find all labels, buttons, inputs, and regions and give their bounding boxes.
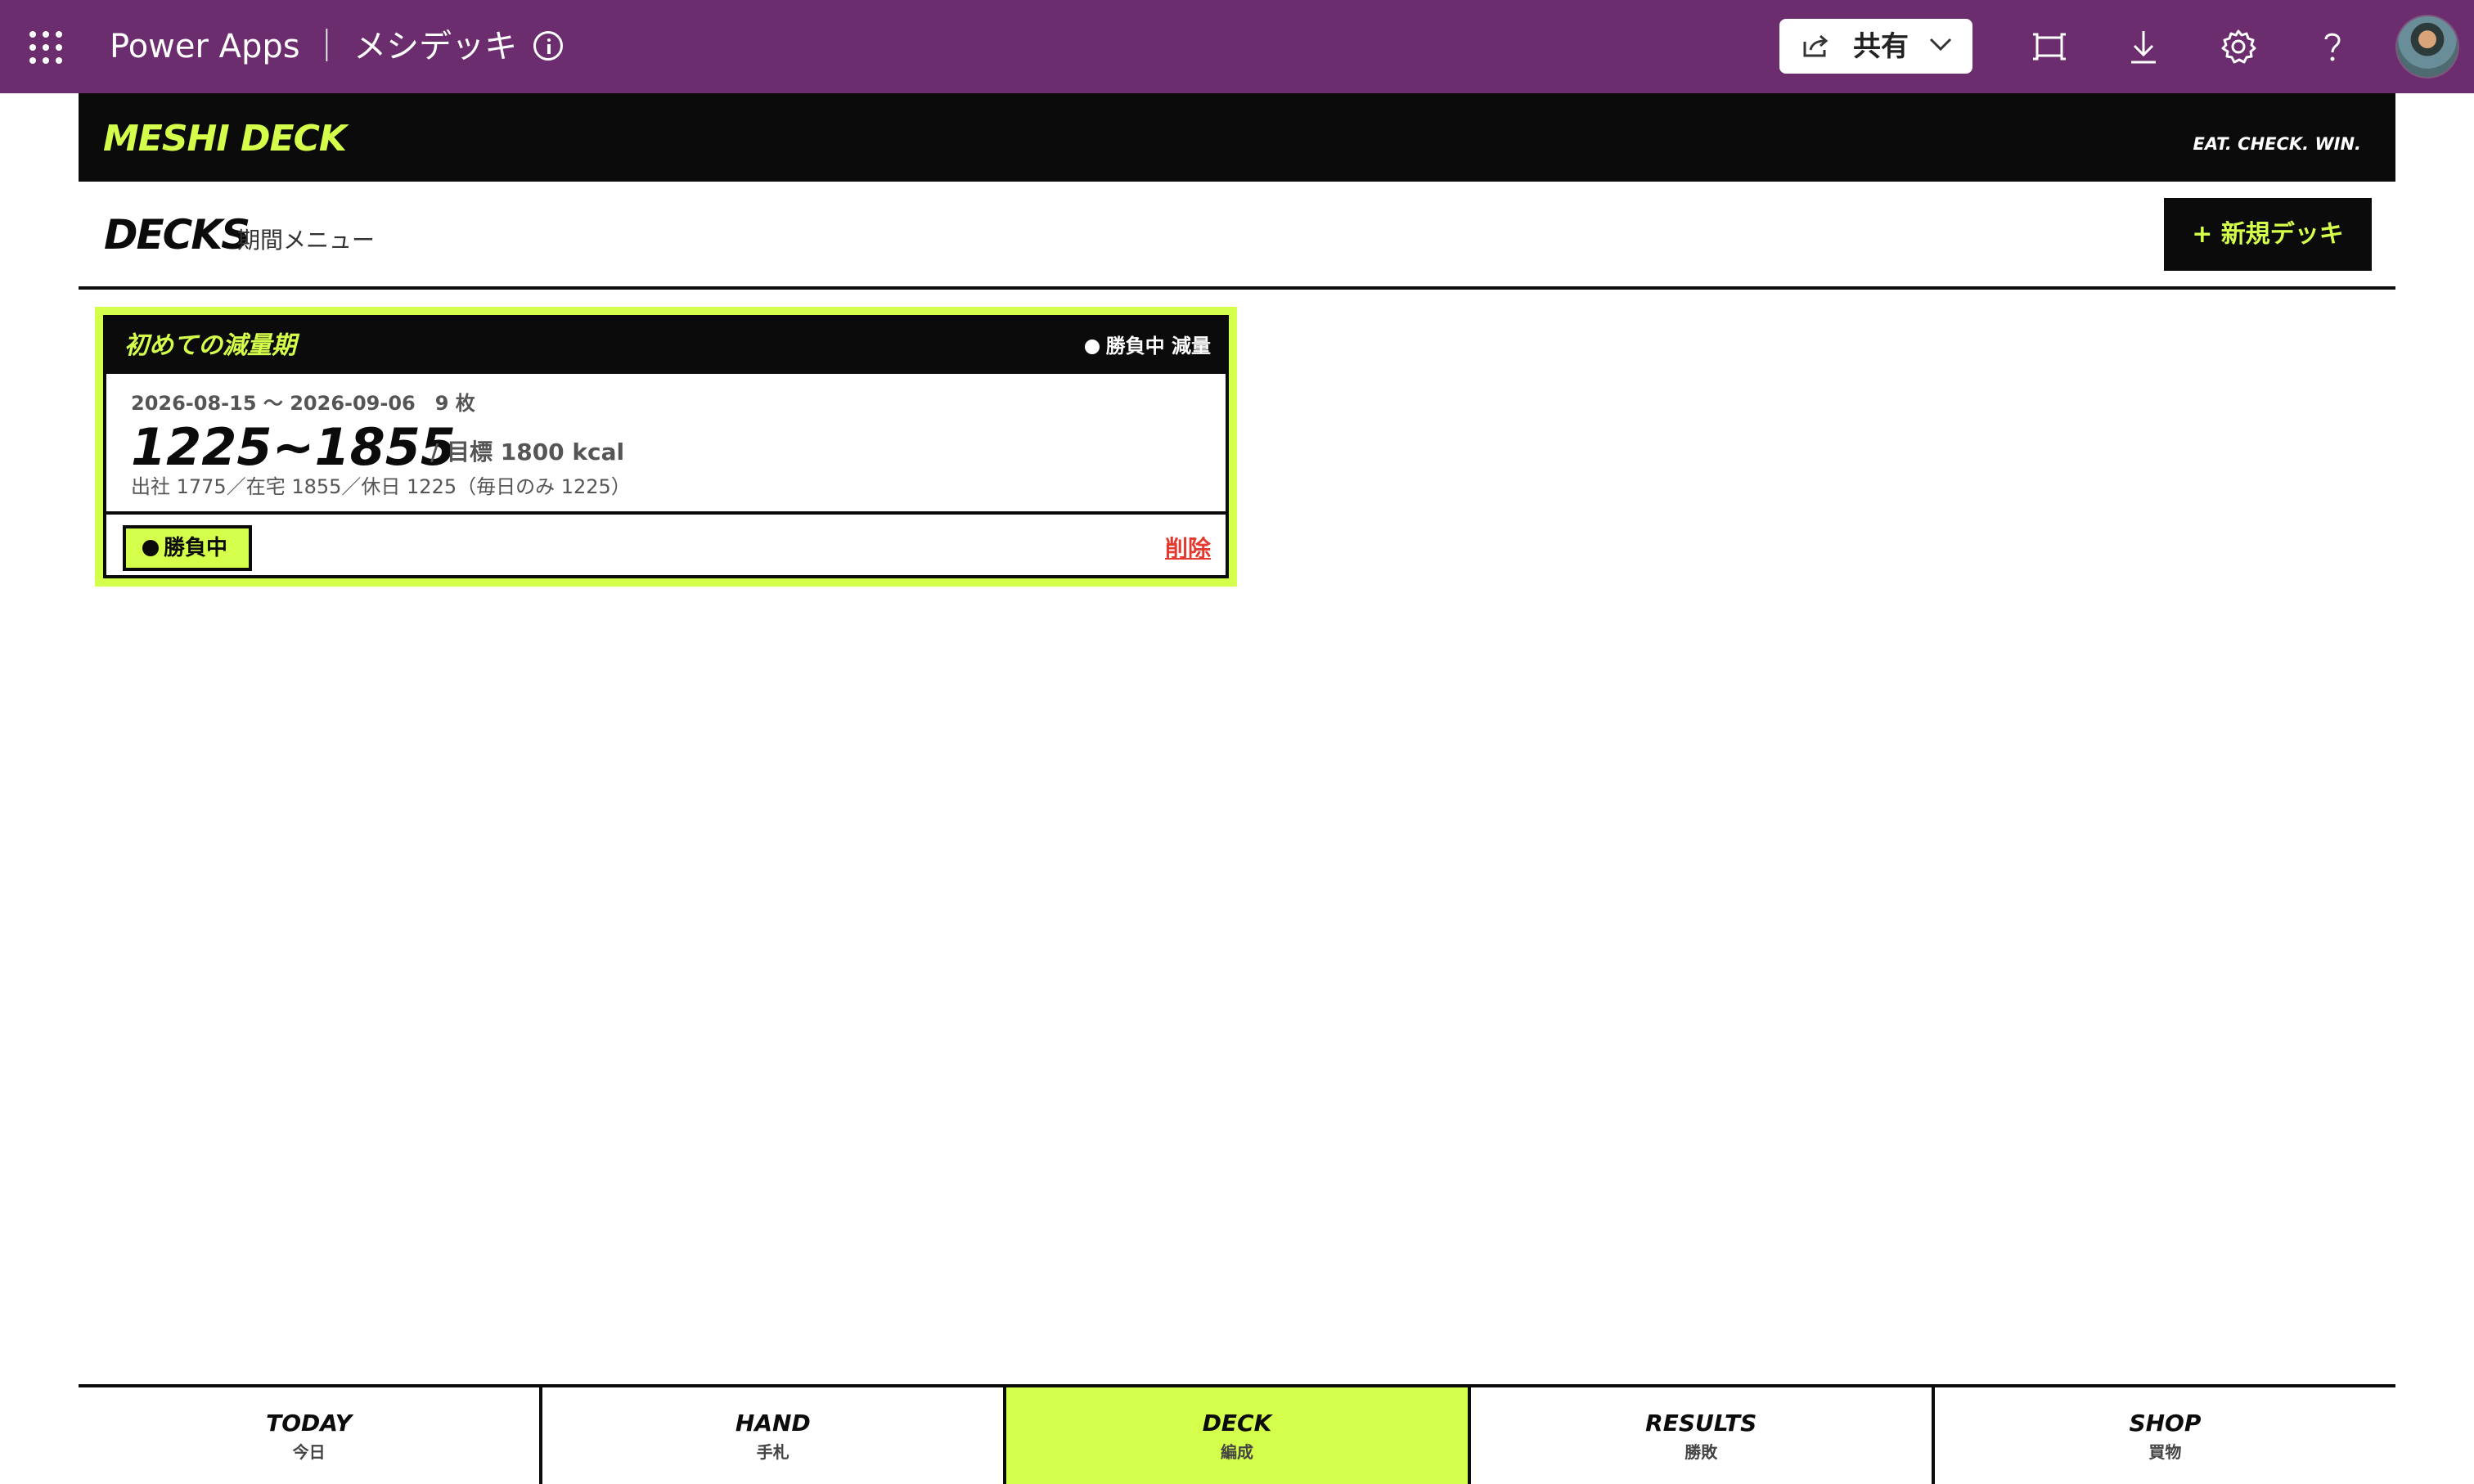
nav-results-label: RESULTS <box>1645 1410 1757 1437</box>
nav-shop-sublabel: 買物 <box>2148 1442 2182 1462</box>
fit-screen-icon[interactable] <box>2031 28 2068 65</box>
power-apps-bar: Power Apps ｜ メシデッキ 共有 <box>0 0 2474 93</box>
nav-deck-sublabel: 編成 <box>1221 1442 1253 1462</box>
avatar[interactable] <box>2395 15 2459 79</box>
nav-today-label: TODAY <box>266 1410 353 1437</box>
deck-card-body: 初めての減量期 勝負中 減量 2026-08-15 〜 2026-09-06 9… <box>103 315 1229 578</box>
deck-status: 勝負中 減量 <box>1084 333 1211 359</box>
waffle-icon[interactable] <box>29 31 62 64</box>
nav-results[interactable]: RESULTS 勝敗 <box>1470 1387 1935 1484</box>
nav-hand[interactable]: HAND 手札 <box>542 1387 1007 1484</box>
nav-results-sublabel: 勝敗 <box>1685 1442 1718 1462</box>
deck-card[interactable]: 初めての減量期 勝負中 減量 2026-08-15 〜 2026-09-06 9… <box>95 307 1237 587</box>
deck-kcal-range: 1225~1855 <box>131 417 457 477</box>
new-deck-button[interactable]: + 新規デッキ <box>2164 198 2372 271</box>
nav-today[interactable]: TODAY 今日 <box>79 1387 543 1484</box>
deck-card-divider <box>106 511 1226 515</box>
page-subtitle: 期間メニュー <box>237 227 376 254</box>
share-button[interactable]: 共有 <box>1779 19 1972 74</box>
status-badge-label: 勝負中 <box>164 536 228 560</box>
app-logo: MESHI DECK <box>103 118 347 160</box>
gear-icon[interactable] <box>2220 28 2257 65</box>
status-dot-icon <box>1084 340 1100 354</box>
delete-button[interactable]: 削除 <box>1165 534 1211 564</box>
status-badge: 勝負中 <box>123 525 252 571</box>
share-label: 共有 <box>1853 30 1909 63</box>
badge-dot-icon <box>142 540 159 556</box>
deck-detail: 出社 1775／在宅 1855／休日 1225（毎日のみ 1225） <box>131 475 631 498</box>
app-title: Power Apps ｜ メシデッキ <box>110 28 518 65</box>
nav-deck-label: DECK <box>1202 1410 1272 1437</box>
chevron-down-icon <box>1929 38 1952 52</box>
deck-dates: 2026-08-15 〜 2026-09-06 9 枚 <box>131 392 475 415</box>
download-icon[interactable] <box>2125 28 2162 65</box>
bottom-nav: TODAY 今日 HAND 手札 DECK 編成 RESULTS 勝敗 SHOP… <box>79 1384 2396 1484</box>
nav-shop-label: SHOP <box>2129 1410 2202 1437</box>
app-header: MESHI DECK EAT. CHECK. WIN. <box>79 93 2395 182</box>
deck-name: 初めての減量期 <box>124 331 296 360</box>
nav-deck[interactable]: DECK 編成 <box>1006 1387 1471 1484</box>
app-tagline: EAT. CHECK. WIN. <box>2193 134 2361 154</box>
deck-card-header: 初めての減量期 勝負中 減量 <box>106 318 1226 374</box>
deck-status-label: 勝負中 減量 <box>1105 335 1211 358</box>
info-icon[interactable] <box>533 31 563 61</box>
help-icon[interactable] <box>2314 28 2351 65</box>
nav-today-sublabel: 今日 <box>292 1442 326 1462</box>
share-icon <box>1803 34 1829 57</box>
heading-divider <box>79 286 2395 290</box>
nav-hand-label: HAND <box>735 1410 811 1437</box>
page-title: DECKS <box>104 211 250 259</box>
nav-hand-sublabel: 手札 <box>756 1442 789 1462</box>
nav-shop[interactable]: SHOP 買物 <box>1934 1387 2396 1484</box>
deck-goal: / 目標 1800 kcal <box>430 438 625 465</box>
